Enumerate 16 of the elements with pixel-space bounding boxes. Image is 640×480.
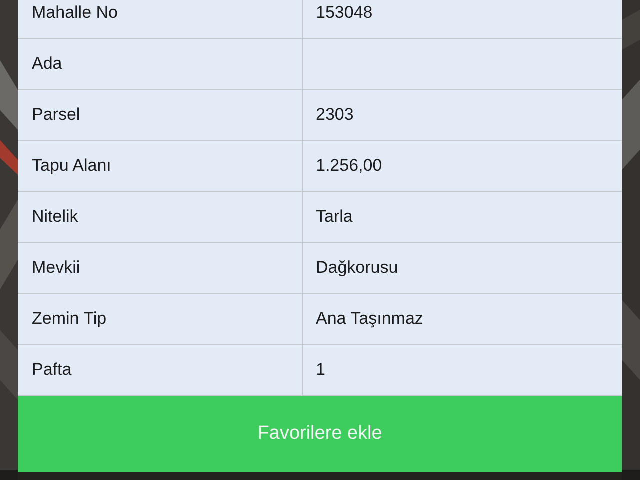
field-value: 1.256,00 [316,156,382,176]
field-value: 153048 [316,3,373,23]
field-label: Mevkii [32,258,80,278]
field-label: Mahalle No [32,3,118,23]
field-value: Dağkorusu [316,258,398,278]
field-value: Ana Taşınmaz [316,309,424,329]
field-label: Tapu Alanı [32,156,112,176]
field-label: Zemin Tip [32,309,107,329]
field-value: 1 [316,360,326,380]
field-value: 2303 [316,105,354,125]
field-value: Tarla [316,207,353,227]
field-label: Nitelik [32,207,78,227]
field-label: Pafta [32,360,72,380]
field-label: Ada [32,54,62,74]
add-to-favorites-button[interactable]: Favorilere ekle [18,396,622,472]
field-label: Parsel [32,105,80,125]
